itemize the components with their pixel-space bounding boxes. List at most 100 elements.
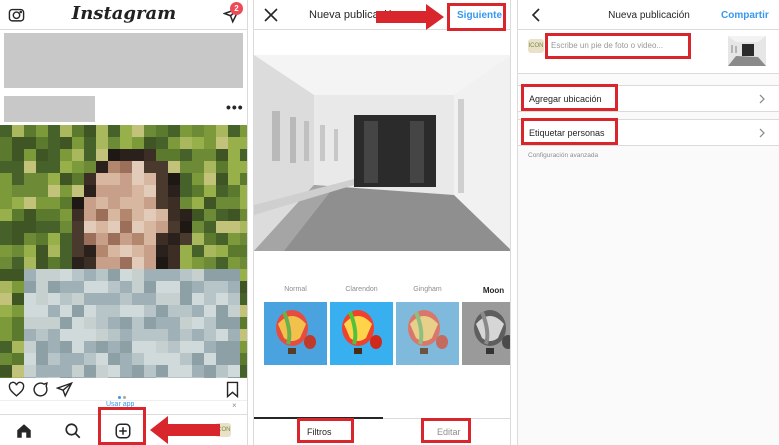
- mosaic-tile: [72, 185, 84, 197]
- mosaic-tile: [0, 281, 12, 293]
- mosaic-tile: [60, 137, 72, 149]
- mosaic-tile: [240, 329, 247, 341]
- advanced-settings-link[interactable]: Configuración avanzada: [528, 152, 598, 159]
- mosaic-tile: [36, 317, 48, 329]
- mosaic-tile: [84, 161, 96, 173]
- mosaic-tile: [36, 149, 48, 161]
- mosaic-tile: [120, 161, 132, 173]
- filter-clarendon[interactable]: Clarendon: [330, 286, 393, 365]
- mosaic-tile: [0, 353, 12, 365]
- mosaic-tile: [228, 245, 240, 257]
- mosaic-tile: [228, 365, 240, 377]
- mosaic-tile: [24, 221, 36, 233]
- mosaic-tile: [96, 353, 108, 365]
- mosaic-tile: [60, 221, 72, 233]
- mosaic-tile: [36, 233, 48, 245]
- mosaic-tile: [180, 245, 192, 257]
- filter-normal[interactable]: Normal: [264, 286, 327, 365]
- mosaic-tile: [36, 281, 48, 293]
- mosaic-tile: [108, 173, 120, 185]
- home-icon[interactable]: [15, 422, 33, 440]
- close-icon[interactable]: ×: [232, 401, 237, 410]
- mosaic-tile: [0, 137, 12, 149]
- mosaic-tile: [0, 257, 12, 269]
- mosaic-tile: [156, 341, 168, 353]
- chevron-right-icon: [759, 128, 765, 138]
- mosaic-tile: [204, 293, 216, 305]
- mosaic-tile: [84, 281, 96, 293]
- arrow-icon: [376, 4, 444, 30]
- mosaic-tile: [36, 257, 48, 269]
- mosaic-tile: [168, 317, 180, 329]
- mosaic-tile: [216, 245, 228, 257]
- mosaic-tile: [84, 341, 96, 353]
- heart-icon[interactable]: [8, 381, 25, 398]
- mosaic-tile: [240, 233, 247, 245]
- mosaic-tile: [72, 365, 84, 377]
- share-icon[interactable]: [56, 381, 73, 398]
- mosaic-tile: [72, 233, 84, 245]
- mosaic-tile: [84, 293, 96, 305]
- mosaic-tile: [12, 329, 24, 341]
- filter-gingham[interactable]: Gingham: [396, 286, 459, 365]
- mosaic-tile: [0, 293, 12, 305]
- new-post-details-screen: Nueva publicación Compartir ICON Agregar…: [517, 0, 779, 445]
- mosaic-tile: [156, 353, 168, 365]
- bookmark-icon[interactable]: [224, 381, 241, 398]
- mosaic-tile: [12, 245, 24, 257]
- mosaic-tile: [204, 173, 216, 185]
- mosaic-tile: [204, 233, 216, 245]
- mosaic-tile: [204, 341, 216, 353]
- mosaic-tile: [60, 269, 72, 281]
- mosaic-tile: [144, 209, 156, 221]
- mosaic-tile: [192, 293, 204, 305]
- mosaic-tile: [228, 209, 240, 221]
- mosaic-tile: [120, 209, 132, 221]
- mosaic-tile: [180, 137, 192, 149]
- mosaic-tile: [24, 137, 36, 149]
- comment-icon[interactable]: [32, 381, 49, 398]
- mosaic-tile: [228, 185, 240, 197]
- mosaic-tile: [204, 281, 216, 293]
- mosaic-tile: [240, 221, 247, 233]
- mosaic-tile: [216, 185, 228, 197]
- mosaic-tile: [168, 341, 180, 353]
- share-button[interactable]: Compartir: [721, 10, 769, 21]
- mosaic-tile: [180, 197, 192, 209]
- mosaic-tile: [60, 161, 72, 173]
- mosaic-tile: [36, 221, 48, 233]
- mosaic-tile: [240, 173, 247, 185]
- mosaic-tile: [72, 197, 84, 209]
- mosaic-tile: [156, 377, 168, 378]
- mosaic-tile: [120, 185, 132, 197]
- more-icon[interactable]: •••: [226, 99, 244, 115]
- mosaic-tile: [156, 185, 168, 197]
- mosaic-tile: [48, 317, 60, 329]
- new-post-filters-screen: Nueva publicación Siguiente Normal Clare…: [253, 0, 511, 445]
- mosaic-tile: [180, 125, 192, 137]
- mosaic-tile: [0, 305, 12, 317]
- mosaic-tile: [228, 293, 240, 305]
- filter-moon[interactable]: Moon: [462, 286, 510, 365]
- mosaic-tile: [36, 125, 48, 137]
- mosaic-tile: [240, 365, 247, 377]
- mosaic-tile: [84, 125, 96, 137]
- mosaic-tile: [132, 161, 144, 173]
- close-icon[interactable]: [264, 8, 278, 22]
- mosaic-tile: [48, 149, 60, 161]
- mosaic-tile: [144, 317, 156, 329]
- mosaic-tile: [192, 209, 204, 221]
- instagram-logo: Instagram: [71, 3, 177, 24]
- mosaic-tile: [24, 173, 36, 185]
- mosaic-tile: [228, 233, 240, 245]
- mosaic-tile: [0, 365, 12, 377]
- mosaic-tile: [216, 269, 228, 281]
- mosaic-tile: [84, 353, 96, 365]
- mosaic-tile: [48, 281, 60, 293]
- search-icon[interactable]: [64, 422, 82, 440]
- mosaic-tile: [168, 197, 180, 209]
- mosaic-tile: [192, 365, 204, 377]
- mosaic-tile: [132, 341, 144, 353]
- mosaic-tile: [48, 161, 60, 173]
- mosaic-tile: [36, 173, 48, 185]
